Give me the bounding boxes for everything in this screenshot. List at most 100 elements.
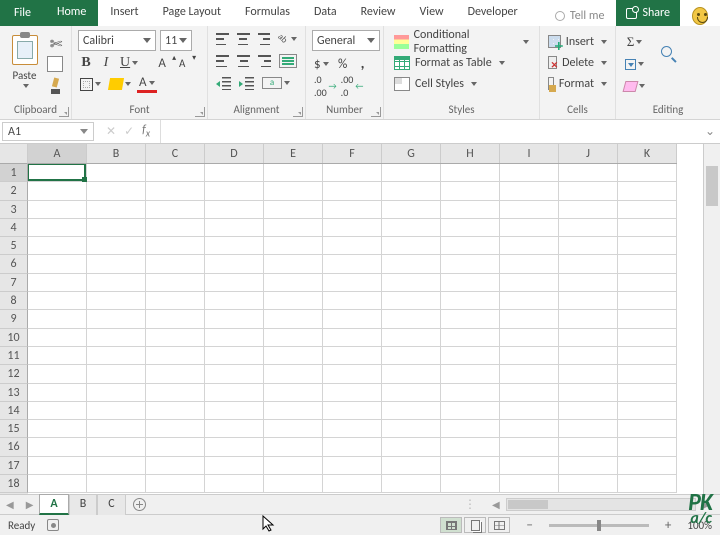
- cell-H18[interactable]: [441, 475, 500, 493]
- cell-H2[interactable]: [441, 182, 500, 200]
- comma-format-button[interactable]: ,: [355, 55, 371, 73]
- cell-J1[interactable]: [559, 164, 618, 182]
- cell-J4[interactable]: [559, 219, 618, 237]
- cell-I12[interactable]: [500, 365, 559, 383]
- cell-E17[interactable]: [264, 457, 323, 475]
- cell-E3[interactable]: [264, 201, 323, 219]
- alignment-dialog-launcher[interactable]: [293, 107, 303, 117]
- cell-H9[interactable]: [441, 310, 500, 328]
- cell-E9[interactable]: [264, 310, 323, 328]
- cell-G14[interactable]: [382, 402, 441, 420]
- cell-I14[interactable]: [500, 402, 559, 420]
- row-header-5[interactable]: 5: [0, 237, 28, 255]
- cell-A6[interactable]: [28, 255, 87, 273]
- row-header-9[interactable]: 9: [0, 310, 28, 328]
- cell-F14[interactable]: [323, 402, 382, 420]
- cell-J8[interactable]: [559, 292, 618, 310]
- row-header-1[interactable]: 1: [0, 164, 28, 182]
- conditional-formatting-button[interactable]: Conditional Formatting: [390, 32, 533, 51]
- hscroll-left[interactable]: ◀: [486, 498, 506, 511]
- cell-K2[interactable]: [618, 182, 677, 200]
- cell-A11[interactable]: [28, 347, 87, 365]
- cell-G12[interactable]: [382, 365, 441, 383]
- zoom-out-button[interactable]: −: [522, 518, 536, 533]
- row-header-11[interactable]: 11: [0, 347, 28, 365]
- number-dialog-launcher[interactable]: [371, 107, 381, 117]
- cell-B13[interactable]: [87, 384, 146, 402]
- cell-B8[interactable]: [87, 292, 146, 310]
- cell-K14[interactable]: [618, 402, 677, 420]
- cell-J17[interactable]: [559, 457, 618, 475]
- cell-B12[interactable]: [87, 365, 146, 383]
- cell-B11[interactable]: [87, 347, 146, 365]
- row-header-15[interactable]: 15: [0, 420, 28, 438]
- expand-formula-bar[interactable]: ⌄: [700, 120, 720, 143]
- row-header-17[interactable]: 17: [0, 457, 28, 475]
- format-painter-button[interactable]: [47, 77, 65, 95]
- cell-H4[interactable]: [441, 219, 500, 237]
- cell-I8[interactable]: [500, 292, 559, 310]
- align-right-button[interactable]: [256, 52, 273, 70]
- percent-format-button[interactable]: %: [335, 55, 351, 73]
- cell-A10[interactable]: [28, 329, 87, 347]
- column-header-F[interactable]: F: [323, 144, 382, 163]
- cell-B14[interactable]: [87, 402, 146, 420]
- cell-B5[interactable]: [87, 237, 146, 255]
- cell-D17[interactable]: [205, 457, 264, 475]
- tab-page-layout[interactable]: Page Layout: [151, 0, 233, 26]
- insert-function-button[interactable]: fx: [142, 123, 150, 139]
- tab-developer[interactable]: Developer: [456, 0, 530, 26]
- align-top-button[interactable]: [214, 30, 231, 48]
- cell-H13[interactable]: [441, 384, 500, 402]
- cell-K13[interactable]: [618, 384, 677, 402]
- cell-H15[interactable]: [441, 420, 500, 438]
- find-select-button[interactable]: [651, 30, 687, 90]
- font-color-button[interactable]: A: [137, 75, 157, 93]
- cell-H3[interactable]: [441, 201, 500, 219]
- font-dialog-launcher[interactable]: [195, 107, 205, 117]
- cell-C13[interactable]: [146, 384, 205, 402]
- tab-file[interactable]: File: [0, 0, 45, 26]
- cell-C18[interactable]: [146, 475, 205, 493]
- align-left-button[interactable]: [214, 52, 231, 70]
- fill-button[interactable]: [623, 55, 646, 73]
- underline-button[interactable]: U: [118, 54, 140, 72]
- font-size-combo[interactable]: 11: [160, 30, 192, 51]
- format-cells-button[interactable]: Format: [546, 74, 609, 93]
- cell-H14[interactable]: [441, 402, 500, 420]
- border-button[interactable]: [78, 75, 103, 93]
- column-header-H[interactable]: H: [441, 144, 500, 163]
- align-center-button[interactable]: [235, 52, 252, 70]
- column-header-D[interactable]: D: [205, 144, 264, 163]
- cell-F16[interactable]: [323, 438, 382, 456]
- cell-B18[interactable]: [87, 475, 146, 493]
- cell-A18[interactable]: [28, 475, 87, 493]
- cell-G1[interactable]: [382, 164, 441, 182]
- cell-K1[interactable]: [618, 164, 677, 182]
- font-name-combo[interactable]: Calibri: [78, 30, 156, 51]
- cell-B3[interactable]: [87, 201, 146, 219]
- share-button[interactable]: Share: [616, 0, 680, 26]
- row-header-16[interactable]: 16: [0, 438, 28, 456]
- cell-D3[interactable]: [205, 201, 264, 219]
- sheet-tab-A[interactable]: A: [39, 494, 68, 515]
- cell-D12[interactable]: [205, 365, 264, 383]
- cell-E1[interactable]: [264, 164, 323, 182]
- tab-home[interactable]: Home: [45, 0, 98, 26]
- sheet-nav-prev[interactable]: ◀: [0, 498, 20, 511]
- column-header-J[interactable]: J: [559, 144, 618, 163]
- row-header-18[interactable]: 18: [0, 475, 28, 493]
- cell-A3[interactable]: [28, 201, 87, 219]
- cell-H12[interactable]: [441, 365, 500, 383]
- cell-F8[interactable]: [323, 292, 382, 310]
- cell-E6[interactable]: [264, 255, 323, 273]
- row-header-2[interactable]: 2: [0, 182, 28, 200]
- cell-C15[interactable]: [146, 420, 205, 438]
- cell-B1[interactable]: [87, 164, 146, 182]
- cell-D8[interactable]: [205, 292, 264, 310]
- cell-J7[interactable]: [559, 274, 618, 292]
- cell-I5[interactable]: [500, 237, 559, 255]
- cell-I16[interactable]: [500, 438, 559, 456]
- cell-F3[interactable]: [323, 201, 382, 219]
- cell-G3[interactable]: [382, 201, 441, 219]
